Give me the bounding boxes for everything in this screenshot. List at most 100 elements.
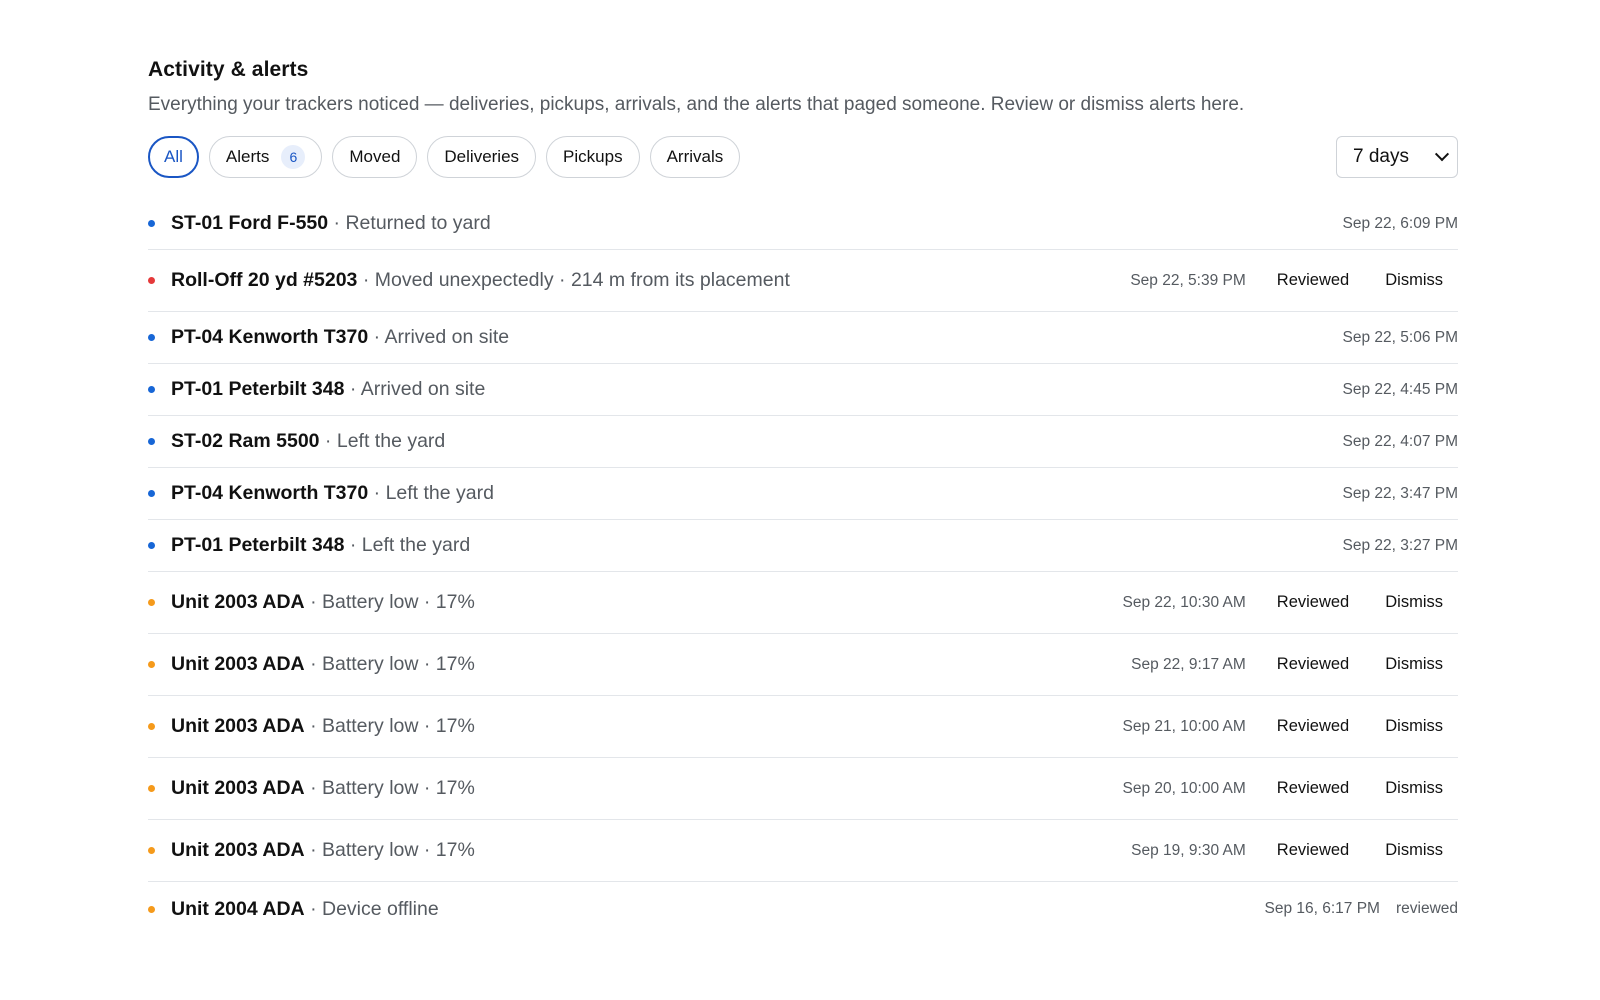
event-text: PT-04 Kenworth T370 · Arrived on site <box>171 326 1343 349</box>
event-time: Sep 22, 4:45 PM <box>1342 380 1458 398</box>
event-text: ST-02 Ram 5500 · Left the yard <box>171 430 1343 453</box>
event-time: Sep 16, 6:17 PM <box>1264 900 1380 917</box>
event-text: Unit 2003 ADA · Battery low · 17% <box>171 653 1131 676</box>
asset-name: Unit 2003 ADA <box>171 839 305 861</box>
separator: · <box>304 653 322 675</box>
dismiss-button[interactable]: Dismiss <box>1385 779 1443 798</box>
event-list: ST-01 Ford F-550 · Returned to yard Sep 2… <box>148 198 1458 936</box>
asset-name: PT-01 Peterbilt 348 <box>171 378 345 400</box>
event-meta: Sep 22, 9:17 AM Reviewed Dismiss <box>1131 655 1458 674</box>
filter-chip-moved[interactable]: Moved <box>332 136 418 178</box>
event-text: Unit 2003 ADA · Battery low · 17% <box>171 839 1131 862</box>
separator: · <box>304 777 322 799</box>
event-meta: Sep 22, 6:09 PM <box>1343 215 1458 233</box>
filter-chip-deliveries[interactable]: Deliveries <box>427 136 537 178</box>
asset-name: Unit 2003 ADA <box>171 591 305 613</box>
event-time: Sep 20, 10:00 AM <box>1122 779 1246 797</box>
page-title: Activity & alerts <box>148 58 309 81</box>
event-text: PT-01 Peterbilt 348 · Left the yard <box>171 534 1343 557</box>
event-detail: Battery low · 17% <box>322 839 475 861</box>
dismiss-button[interactable]: Dismiss <box>1385 271 1443 290</box>
event-row[interactable]: PT-04 Kenworth T370 · Arrived on site Sep… <box>148 312 1458 364</box>
event-row[interactable]: Unit 2003 ADA · Battery low · 17% Sep 21,… <box>148 696 1458 758</box>
event-time: Sep 22, 6:09 PM <box>1342 214 1458 232</box>
event-row[interactable]: PT-01 Peterbilt 348 · Arrived on site Sep… <box>148 364 1458 416</box>
event-text: Unit 2003 ADA · Battery low · 17% <box>171 591 1123 614</box>
asset-name: ST-02 Ram 5500 <box>171 430 320 452</box>
event-time: Sep 22, 3:27 PM <box>1342 536 1458 554</box>
chip-label: Arrivals <box>666 147 724 166</box>
asset-name: PT-04 Kenworth T370 <box>171 482 369 504</box>
event-detail: Battery low · 17% <box>322 653 475 675</box>
event-meta: Sep 19, 9:30 AM Reviewed Dismiss <box>1131 841 1458 860</box>
event-text: Roll-Off 20 yd #5203 · Moved unexpectedl… <box>171 269 1130 292</box>
dismiss-button[interactable]: Dismiss <box>1385 841 1443 860</box>
status-dot-icon <box>148 599 155 606</box>
event-row[interactable]: PT-04 Kenworth T370 · Left the yard Sep 2… <box>148 468 1458 520</box>
event-time: Sep 19, 9:30 AM <box>1131 841 1246 859</box>
separator: · <box>368 482 386 504</box>
filter-chip-arrivals[interactable]: Arrivals <box>649 136 741 178</box>
event-detail: Left the yard <box>361 534 471 556</box>
reviewed-button[interactable]: Reviewed <box>1277 779 1349 798</box>
asset-name: Unit 2004 ADA <box>171 897 305 920</box>
event-meta: Sep 22, 5:39 PM Reviewed Dismiss <box>1130 271 1458 290</box>
event-row[interactable]: Roll-Off 20 yd #5203 · Moved unexpectedl… <box>148 250 1458 312</box>
asset-name: Unit 2003 ADA <box>171 777 305 799</box>
separator: · <box>328 212 346 234</box>
reviewed-button[interactable]: Reviewed <box>1277 271 1349 290</box>
dismiss-button[interactable]: Dismiss <box>1385 655 1443 674</box>
event-row[interactable]: ST-01 Ford F-550 · Returned to yard Sep 2… <box>148 198 1458 250</box>
filter-chip-all[interactable]: All <box>148 136 199 178</box>
time-range-value: 7 days <box>1353 146 1409 167</box>
event-detail: Moved unexpectedly · 214 m from its plac… <box>374 269 790 291</box>
event-row[interactable]: Unit 2003 ADA · Battery low · 17% Sep 22,… <box>148 572 1458 634</box>
status-dot-icon <box>148 490 155 497</box>
event-time: Sep 22, 5:06 PM <box>1342 328 1458 346</box>
event-row[interactable]: Unit 2003 ADA · Battery low · 17% Sep 22,… <box>148 634 1458 696</box>
event-meta: Sep 21, 10:00 AM Reviewed Dismiss <box>1123 717 1458 736</box>
time-range-select[interactable]: 7 days <box>1336 136 1458 178</box>
status-dot-icon <box>148 438 155 445</box>
event-meta: Sep 20, 10:00 AM Reviewed Dismiss <box>1123 779 1458 798</box>
status-dot-icon <box>148 220 155 227</box>
event-time: Sep 22, 5:39 PM <box>1130 271 1246 289</box>
event-meta: Sep 22, 4:07 PM <box>1343 433 1458 451</box>
separator: · <box>357 269 375 291</box>
reviewed-button[interactable]: Reviewed <box>1277 593 1349 612</box>
event-text: PT-04 Kenworth T370 · Left the yard <box>171 482 1343 505</box>
event-row[interactable]: ST-02 Ram 5500 · Left the yard Sep 22, 4:… <box>148 416 1458 468</box>
filter-chip-pickups[interactable]: Pickups <box>546 136 640 178</box>
event-row[interactable]: Unit 2003 ADA · Battery low · 17% Sep 20,… <box>148 758 1458 820</box>
event-meta: Sep 22, 3:47 PM <box>1343 485 1458 503</box>
dismiss-button[interactable]: Dismiss <box>1385 593 1443 612</box>
event-meta: Sep 22, 10:30 AM Reviewed Dismiss <box>1123 593 1458 612</box>
page-subtitle: Everything your trackers noticed — deliv… <box>148 94 1245 115</box>
dismiss-button[interactable]: Dismiss <box>1385 717 1443 736</box>
asset-name: PT-01 Peterbilt 348 <box>171 534 345 556</box>
event-text: Unit 2003 ADA · Battery low · 17% <box>171 777 1123 800</box>
reviewed-button[interactable]: Reviewed <box>1277 655 1349 674</box>
event-time: Sep 21, 10:00 AM <box>1122 717 1246 735</box>
filter-chip-alerts[interactable]: Alerts 6 <box>208 136 323 178</box>
event-row[interactable]: PT-01 Peterbilt 348 · Left the yard Sep 2… <box>148 520 1458 572</box>
chevron-down-icon <box>1434 147 1450 162</box>
event-row[interactable]: Unit 2004 ADA · Device offline Sep 16, 6:… <box>148 882 1458 936</box>
status-dot-icon <box>148 542 155 549</box>
event-detail: Left the yard <box>385 482 494 504</box>
separator: · <box>319 430 337 452</box>
event-time: Sep 22, 4:07 PM <box>1342 432 1458 450</box>
event-detail: Returned to yard <box>345 212 491 234</box>
event-meta: Sep 22, 4:45 PM <box>1343 381 1458 399</box>
event-detail: Battery low · 17% <box>322 715 475 737</box>
reviewed-button[interactable]: Reviewed <box>1277 717 1349 736</box>
event-detail: Battery low · 17% <box>322 777 475 799</box>
separator: · <box>304 591 322 613</box>
event-row[interactable]: Unit 2003 ADA · Battery low · 17% Sep 19,… <box>148 820 1458 882</box>
asset-name: Unit 2003 ADA <box>171 715 305 737</box>
event-detail: Left the yard <box>336 430 446 452</box>
reviewed-button[interactable]: Reviewed <box>1277 841 1349 860</box>
alerts-count-badge: 6 <box>281 145 306 169</box>
event-time: Sep 22, 3:47 PM <box>1342 484 1458 502</box>
filter-chips: All Alerts 6 Moved Deliveries Pickups Ar… <box>148 136 741 178</box>
